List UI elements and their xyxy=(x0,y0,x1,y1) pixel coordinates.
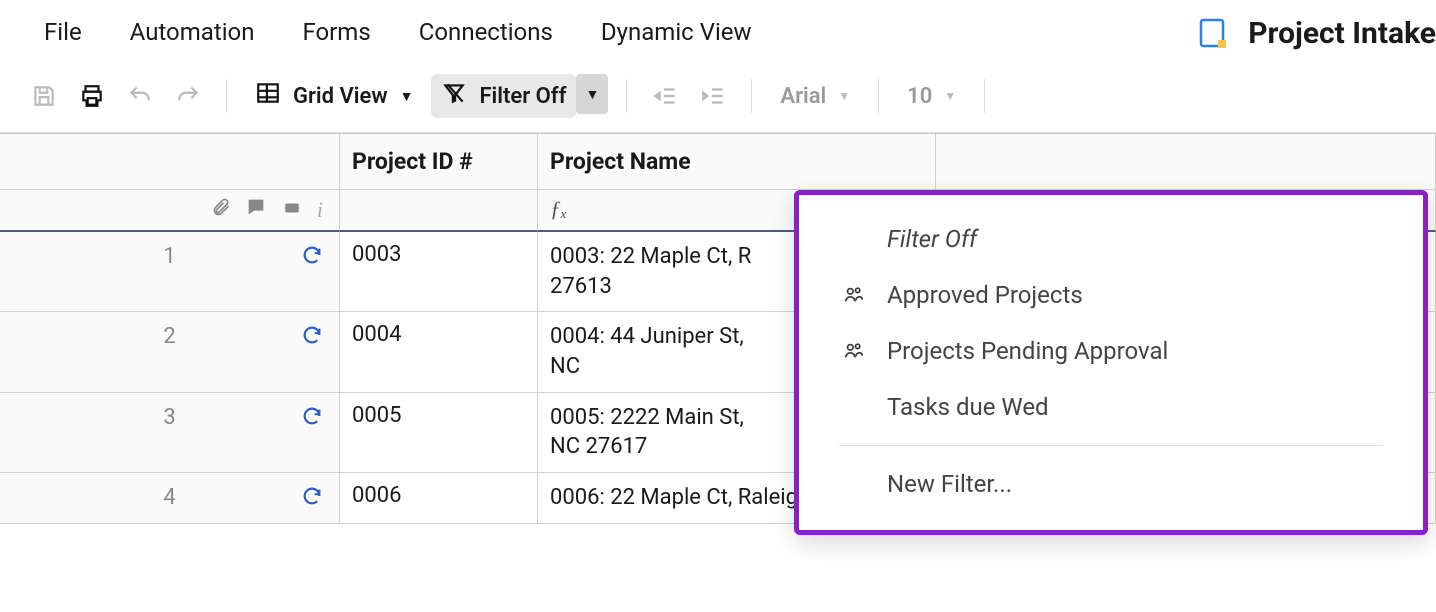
toolbar-divider xyxy=(984,79,985,113)
shared-icon xyxy=(839,284,869,306)
indent-button[interactable] xyxy=(693,76,733,116)
refresh-icon xyxy=(301,405,323,433)
undo-button[interactable] xyxy=(120,76,160,116)
sheet-header: Project Intake xyxy=(1198,16,1436,51)
font-picker[interactable]: Arial ▼ xyxy=(770,78,860,115)
cell-project-id[interactable]: 0005 xyxy=(340,393,538,473)
outdent-button[interactable] xyxy=(645,76,685,116)
caret-down-icon: ▼ xyxy=(400,88,414,105)
font-name: Arial xyxy=(780,84,826,109)
refresh-icon xyxy=(301,485,323,513)
sheet-title[interactable]: Project Intake xyxy=(1248,16,1436,51)
info-icon: i xyxy=(317,197,323,223)
filter-option-label: Filter Off xyxy=(887,225,977,253)
toolbar-divider xyxy=(751,79,752,113)
redo-button[interactable] xyxy=(168,76,208,116)
proof-icon xyxy=(281,198,303,223)
shared-icon xyxy=(839,340,869,362)
menu-dynamic-view[interactable]: Dynamic View xyxy=(601,18,752,46)
filter-option-approved[interactable]: Approved Projects xyxy=(799,267,1423,323)
row-header[interactable]: 1 xyxy=(0,232,340,312)
toolbar: Grid View ▼ Filter Off ▼ Arial ▼ 10 ▼ xyxy=(0,64,1436,133)
grid-icon xyxy=(255,80,281,112)
toolbar-divider xyxy=(626,79,627,113)
refresh-icon xyxy=(301,244,323,272)
sheet-icon xyxy=(1198,18,1230,50)
filter-option-off[interactable]: Filter Off xyxy=(799,211,1423,267)
filter-dropdown-caret[interactable]: ▼ xyxy=(576,74,608,114)
filter-icon xyxy=(441,80,467,112)
caret-down-icon: ▼ xyxy=(585,86,599,103)
row-header[interactable]: 2 xyxy=(0,312,340,392)
caret-down-icon: ▼ xyxy=(944,89,956,103)
row-header[interactable]: 4 xyxy=(0,473,340,524)
menu-automation[interactable]: Automation xyxy=(130,18,255,46)
row-number-header xyxy=(0,134,340,190)
filter-option-label: New Filter... xyxy=(887,470,1012,498)
row-header[interactable]: 3 xyxy=(0,393,340,473)
cell-project-id[interactable]: 0003 xyxy=(340,232,538,312)
row-indicators: i xyxy=(0,190,340,232)
row-number: 4 xyxy=(12,485,327,510)
view-label: Grid View xyxy=(293,84,388,109)
menu-file[interactable]: File xyxy=(44,18,82,46)
attachment-icon xyxy=(211,196,231,224)
row-number: 1 xyxy=(12,244,327,269)
filter-option-label: Approved Projects xyxy=(887,281,1083,309)
caret-down-icon: ▼ xyxy=(838,89,850,103)
refresh-icon xyxy=(301,324,323,352)
filter-option-tasks-wed[interactable]: Tasks due Wed xyxy=(799,379,1423,435)
toolbar-divider xyxy=(226,79,227,113)
fx-cell-id xyxy=(340,190,538,232)
cell-project-id[interactable]: 0004 xyxy=(340,312,538,392)
save-button[interactable] xyxy=(24,76,64,116)
font-size: 10 xyxy=(907,84,932,109)
comment-icon xyxy=(245,196,267,224)
filter-option-new[interactable]: New Filter... xyxy=(799,456,1423,512)
filter-option-label: Projects Pending Approval xyxy=(887,337,1168,365)
filter-label: Filter Off xyxy=(479,84,566,109)
menu-forms[interactable]: Forms xyxy=(302,18,370,46)
toolbar-divider xyxy=(878,79,879,113)
filter-option-pending[interactable]: Projects Pending Approval xyxy=(799,323,1423,379)
filter-button[interactable]: Filter Off xyxy=(431,74,576,118)
menu-separator xyxy=(839,445,1383,446)
font-size-picker[interactable]: 10 ▼ xyxy=(897,78,966,115)
col-header-project-id[interactable]: Project ID # xyxy=(340,134,538,190)
row-number: 2 xyxy=(12,324,327,349)
row-number: 3 xyxy=(12,405,327,430)
col-header-project-name[interactable]: Project Name xyxy=(538,134,936,190)
filter-dropdown-menu: Filter Off Approved Projects Projects Pe… xyxy=(794,190,1428,535)
menu-connections[interactable]: Connections xyxy=(419,18,553,46)
filter-option-label: Tasks due Wed xyxy=(887,393,1049,421)
print-button[interactable] xyxy=(72,76,112,116)
view-switcher[interactable]: Grid View ▼ xyxy=(245,74,423,118)
cell-project-id[interactable]: 0006 xyxy=(340,473,538,524)
col-header-right[interactable] xyxy=(936,134,1436,190)
